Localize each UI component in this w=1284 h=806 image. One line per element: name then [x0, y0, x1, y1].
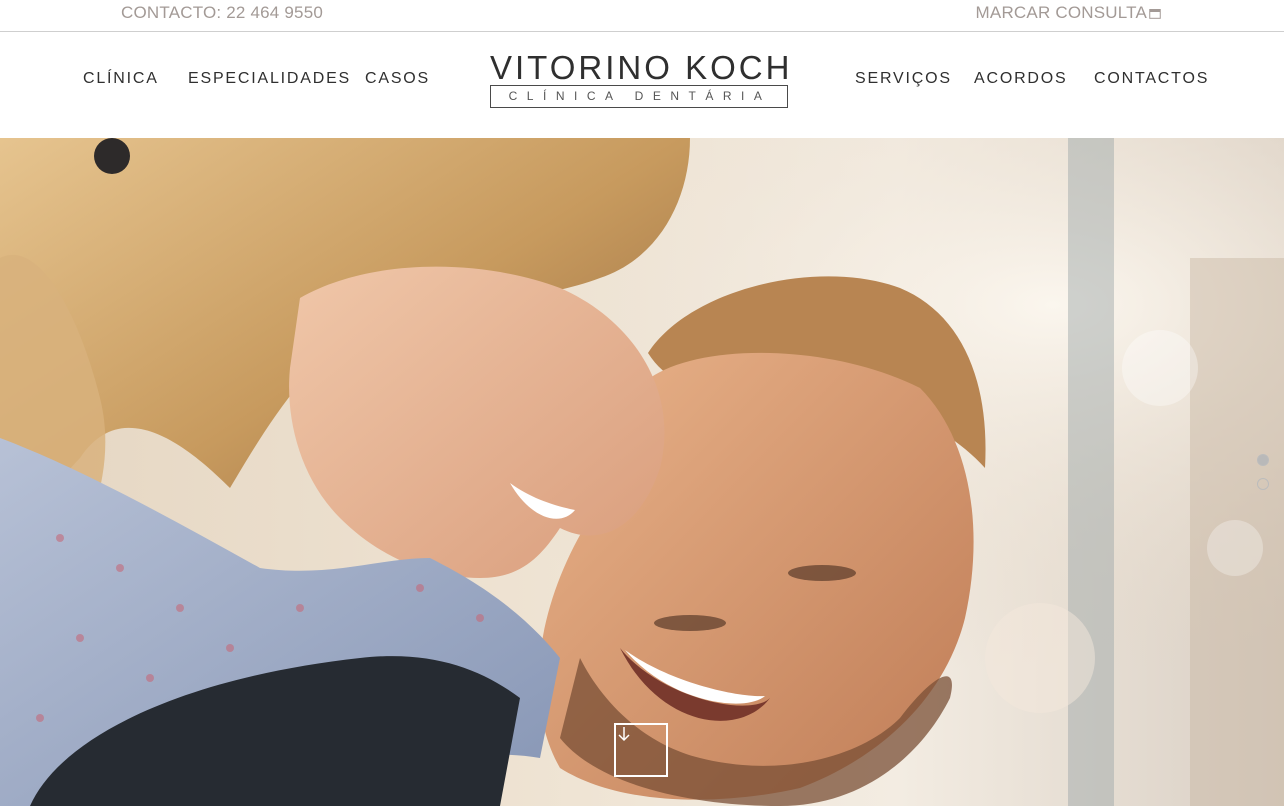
- utility-bar: CONTACTO: 22 464 9550 MARCAR CONSULTA: [0, 0, 1284, 32]
- nav-item-casos[interactable]: CASOS: [365, 70, 430, 88]
- nav-item-acordos[interactable]: ACORDOS: [974, 70, 1068, 88]
- calendar-icon: [1149, 8, 1161, 19]
- main-header: CLÍNICA ESPECIALIDADES CASOS VITORINO KO…: [0, 32, 1284, 138]
- hero-photo: [0, 138, 1284, 806]
- logo-title: VITORINO KOCH: [490, 49, 793, 86]
- book-appointment-link[interactable]: MARCAR CONSULTA: [976, 3, 1161, 23]
- clinic-logo[interactable]: VITORINO KOCH CLÍNICA DENTÁRIA: [490, 49, 793, 110]
- nav-item-servicos[interactable]: SERVIÇOS: [855, 70, 952, 88]
- hero-slider: [0, 138, 1284, 806]
- nav-item-clinica[interactable]: CLÍNICA: [83, 70, 159, 88]
- book-appointment-label: MARCAR CONSULTA: [975, 3, 1147, 22]
- nav-item-especialidades[interactable]: ESPECIALIDADES: [188, 70, 351, 88]
- scroll-down-button[interactable]: [614, 723, 668, 777]
- nav-item-contactos[interactable]: CONTACTOS: [1094, 70, 1209, 88]
- logo-subtitle: CLÍNICA DENTÁRIA: [508, 89, 772, 103]
- page: CONTACTO: 22 464 9550 MARCAR CONSULTA CL…: [0, 0, 1284, 806]
- slider-dot-2[interactable]: [1257, 478, 1269, 490]
- contact-phone-link[interactable]: CONTACTO: 22 464 9550: [121, 3, 323, 23]
- slider-dot-1[interactable]: [1257, 454, 1269, 466]
- arrow-down-icon: [618, 727, 630, 742]
